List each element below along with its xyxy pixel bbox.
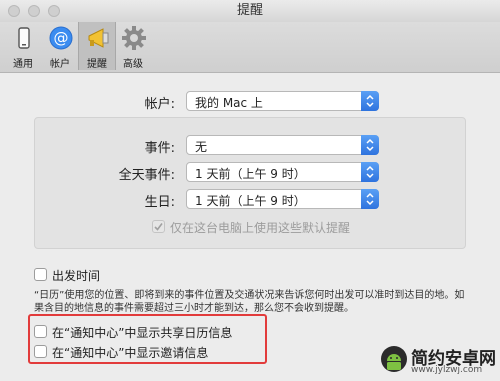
time-to-leave-checkbox[interactable] [34,268,47,281]
account-value: 我的 Mac 上 [195,96,263,110]
only-this-mac-checkbox[interactable] [152,220,165,233]
tab-general-label: 通用 [13,59,33,70]
time-to-leave-label: 出发时间 [52,269,101,283]
only-this-mac-label: 仅在这台电脑上使用这些默认提醒 [170,221,351,235]
chevron-updown-icon [361,135,379,155]
window-titlebar: 提醒 [0,0,500,22]
event-value: 无 [195,140,208,154]
checkmark-icon [154,223,163,231]
preferences-toolbar: 通用 @ 帐户 提醒 高级 [0,22,500,73]
megaphone-icon [86,26,110,50]
chevron-updown-icon [361,91,379,111]
svg-text:@: @ [54,29,69,47]
all-day-popup[interactable]: 1 天前（上午 9 时） [186,162,379,182]
window-title: 提醒 [236,3,263,18]
watermark-url: www.jylzwj.com [411,365,483,375]
time-to-leave-description: “日历”使用您的位置、即将到来的事件位置及交通状况来告诉您何时出发可以准时到达目… [34,290,465,314]
watermark: 简约安卓网 www.jylzwj.com [380,338,500,381]
gear-icon [122,26,146,50]
tab-advanced-label: 高级 [123,59,143,70]
tab-accounts-label: 帐户 [50,59,70,70]
event-label: 事件: [144,141,175,156]
android-logo-icon [381,346,407,372]
birthday-value: 1 天前（上午 9 时） [195,194,306,208]
account-label: 帐户: [144,97,175,112]
birthday-label: 生日: [144,195,175,210]
highlight-box [28,314,267,364]
all-day-label: 全天事件: [118,168,175,183]
event-popup[interactable]: 无 [186,135,379,155]
account-popup[interactable]: 我的 Mac 上 [186,91,379,111]
tab-advanced[interactable]: 高级 [115,22,151,70]
tab-general[interactable]: 通用 [5,22,41,70]
chevron-updown-icon [361,162,379,182]
tab-accounts[interactable]: @ 帐户 [42,22,78,70]
phone-icon [12,26,36,50]
all-day-value: 1 天前（上午 9 时） [195,167,306,181]
birthday-popup[interactable]: 1 天前（上午 9 时） [186,189,379,209]
chevron-updown-icon [361,189,379,209]
tab-alerts[interactable]: 提醒 [78,22,116,70]
at-sign-icon: @ [49,26,73,50]
tab-alerts-label: 提醒 [87,59,107,70]
